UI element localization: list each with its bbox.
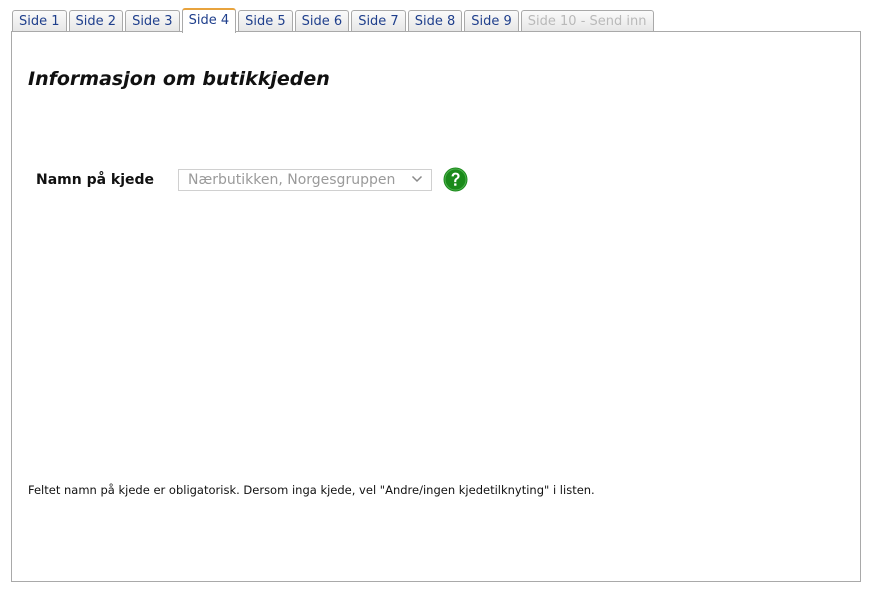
required-field-note: Feltet namn på kjede er obligatorisk. De… (28, 483, 595, 497)
form-panel: Informasjon om butikkjeden Namn på kjede… (11, 31, 861, 582)
tab-side-3[interactable]: Side 3 (125, 10, 180, 32)
tab-side-8[interactable]: Side 8 (407, 10, 463, 32)
tab-side-2[interactable]: Side 2 (68, 10, 124, 32)
chain-name-selected-value: Nærbutikken, Norgesgruppen (188, 172, 396, 188)
question-circle-icon[interactable] (443, 167, 468, 192)
chain-name-select[interactable]: Nærbutikken, Norgesgruppen (178, 169, 432, 191)
page-title: Informasjon om butikkjeden (28, 68, 330, 90)
tab-side-7[interactable]: Side 7 (351, 10, 406, 32)
tab-bar: Side 1 Side 2 Side 3 Side 4 Side 5 Side … (12, 8, 656, 33)
chevron-down-icon (411, 175, 423, 183)
tab-side-6[interactable]: Side 6 (294, 10, 350, 32)
tab-side-10-send-inn: Side 10 - Send inn (520, 10, 654, 32)
tab-side-1[interactable]: Side 1 (12, 10, 67, 32)
tab-side-4[interactable]: Side 4 (181, 8, 237, 33)
tab-side-5[interactable]: Side 5 (238, 10, 293, 32)
chain-name-label: Namn på kjede (36, 172, 155, 188)
tab-side-9[interactable]: Side 9 (464, 10, 519, 32)
